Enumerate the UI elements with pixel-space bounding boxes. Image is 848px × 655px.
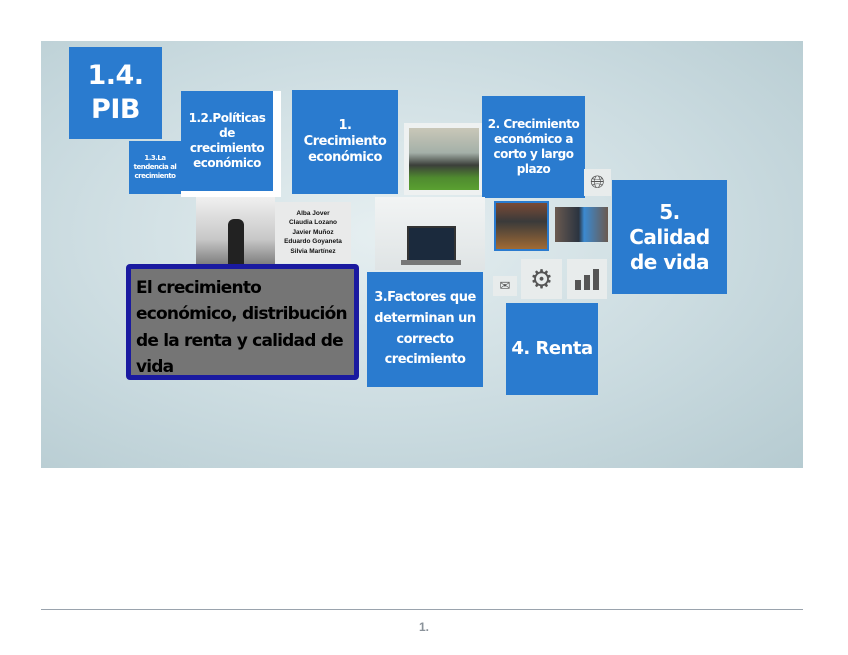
presentation-title: El crecimiento económico, distribución d… [131, 269, 354, 377]
tile-label: 2. Crecimiento económico a corto y largo… [487, 117, 580, 176]
title-frame: El crecimiento económico, distribución d… [126, 264, 359, 380]
laptop-image [375, 197, 485, 270]
landscape-image [404, 123, 484, 195]
bar-chart-icon [567, 259, 607, 299]
tile-tendencia[interactable]: 1.3.La tendencia al crecimiento [129, 141, 181, 194]
author-name: Eduardo Goyaneta [284, 238, 342, 246]
tile-label: 3.Factores que determinan un correcto cr… [374, 289, 476, 368]
author-name: Claudia Lozano [288, 219, 338, 227]
tile-calidad[interactable]: 5. Calidad de vida [612, 180, 727, 294]
tile-label: 4. Renta [511, 337, 593, 359]
tile-crecimiento[interactable]: 1. Crecimiento económico [292, 90, 398, 194]
phone-image [555, 207, 608, 242]
tile-pib[interactable]: 1.4. PIB [69, 47, 162, 139]
tile-politicas[interactable]: 1.2.Políticas de crecimiento económico [181, 91, 281, 197]
tile-corto-largo[interactable]: 2. Crecimiento económico a corto y largo… [482, 96, 585, 198]
globe-icon: 🌐︎ [584, 169, 611, 196]
tile-label: 5. Calidad de vida [629, 199, 710, 274]
tile-label: 1.3.La tendencia al crecimiento [133, 153, 177, 181]
author-name: Silvia Martínez [290, 247, 336, 255]
prezi-slide: 1.4. PIB 1.3.La tendencia al crecimiento… [41, 41, 803, 468]
author-name: Alba Jover [296, 210, 330, 217]
authors-box: Alba Jover Claudia Lozano Javier Muñoz E… [275, 202, 351, 263]
mail-icon: ✉ [493, 276, 517, 296]
tile-factores[interactable]: 3.Factores que determinan un correcto cr… [367, 272, 483, 387]
tile-label: 1.2.Políticas de crecimiento económico [188, 111, 266, 170]
tile-renta[interactable]: 4. Renta [506, 303, 598, 395]
page-number: 1. [418, 620, 429, 634]
footer-divider [41, 609, 803, 610]
tile-label: 1. Crecimiento económico [303, 117, 387, 166]
tile-label: 1.4. PIB [87, 60, 144, 125]
desk-image [494, 201, 549, 251]
author-name: Javier Muñoz [292, 228, 334, 236]
gear-icon: ⚙ [521, 259, 562, 299]
businessman-image [196, 197, 275, 267]
